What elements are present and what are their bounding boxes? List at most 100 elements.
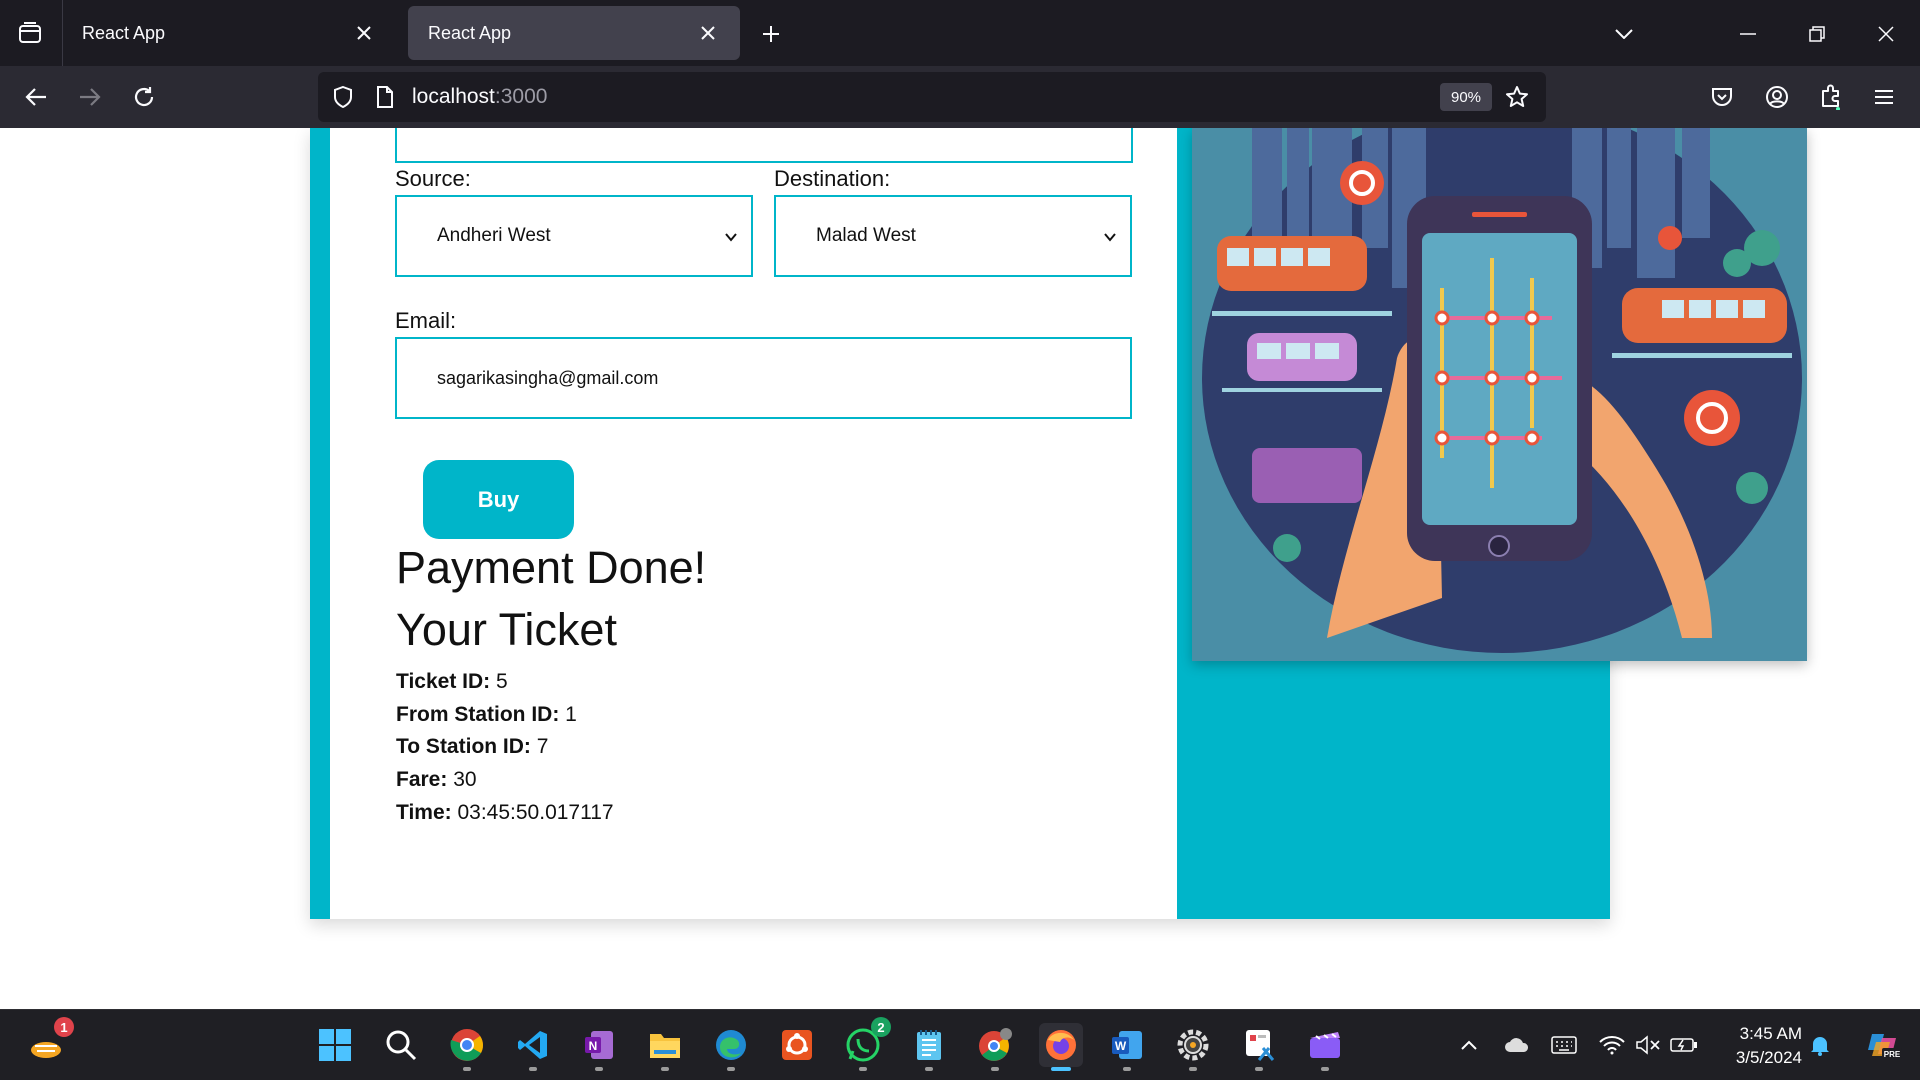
tab-title: React App (82, 22, 166, 43)
new-tab-plus-icon[interactable] (755, 18, 787, 50)
running-indicator (1189, 1067, 1197, 1071)
running-indicator (1255, 1067, 1263, 1071)
to-station-row: To Station ID: 7 (396, 735, 548, 759)
widgets-badge: 1 (54, 1017, 74, 1037)
forward-arrow-icon[interactable] (72, 79, 108, 115)
tracking-shield-icon[interactable] (330, 84, 356, 110)
url-text[interactable]: localhost:3000 (412, 85, 547, 109)
chevron-down-icon (725, 233, 737, 242)
address-bar[interactable]: localhost:3000 90% (318, 72, 1546, 122)
source-label: Source: (395, 166, 471, 191)
show-hidden-icons-chevron-icon[interactable] (1455, 1032, 1483, 1058)
zoom-level-badge[interactable]: 90% (1440, 83, 1492, 111)
word-icon[interactable]: W (1105, 1023, 1149, 1071)
from-station-value: 1 (565, 703, 577, 726)
destination-select[interactable]: Malad West (774, 195, 1132, 277)
snipping-tool-icon[interactable] (1237, 1023, 1281, 1071)
to-station-label: To Station ID: (396, 735, 531, 758)
destination-selected-value: Malad West (816, 225, 916, 246)
page-viewport: Source: Andheri West Destination: Malad … (0, 128, 1920, 1009)
url-host: localhost (412, 85, 495, 108)
to-station-value: 7 (536, 735, 549, 758)
widgets-icon[interactable]: 1 (24, 1017, 74, 1067)
whatsapp-icon[interactable]: 2 (841, 1017, 891, 1071)
volume-muted-icon[interactable] (1634, 1032, 1662, 1058)
source-select[interactable]: Andheri West (395, 195, 753, 277)
clipchamp-icon[interactable] (1303, 1023, 1347, 1071)
back-arrow-icon[interactable] (18, 79, 54, 115)
metro-app-illustration (1192, 128, 1807, 661)
taskbar-clock[interactable]: 3:45 AM 3/5/2024 (1712, 1022, 1802, 1070)
time-label: Time: (396, 801, 452, 824)
from-station-row: From Station ID: 1 (396, 703, 577, 727)
vscode-icon[interactable] (511, 1023, 555, 1071)
running-indicator (1321, 1067, 1329, 1071)
close-icon[interactable] (696, 21, 720, 45)
ticket-id-value: 5 (496, 670, 508, 693)
whatsapp-badge: 2 (871, 1017, 891, 1037)
from-station-label: From Station ID: (396, 703, 560, 726)
time-row: Time: 03:45:50.017117 (396, 801, 614, 825)
windows-start-icon[interactable] (313, 1023, 357, 1067)
onedrive-cloud-icon[interactable] (1503, 1032, 1531, 1058)
tab-list-icon[interactable] (12, 18, 48, 48)
battery-charging-icon[interactable] (1670, 1032, 1698, 1058)
onenote-icon[interactable]: N (577, 1023, 621, 1071)
firefox-icon[interactable] (1039, 1023, 1083, 1071)
time-value: 03:45:50.017117 (457, 801, 614, 824)
minimize-icon[interactable] (1728, 18, 1768, 50)
chrome-profile-icon[interactable] (973, 1023, 1017, 1071)
close-icon[interactable] (352, 21, 376, 45)
fare-value: 30 (453, 768, 477, 791)
email-field[interactable]: sagarikasingha@gmail.com (395, 337, 1132, 419)
account-icon[interactable] (1759, 79, 1795, 115)
windows-taskbar: 1 N 2 W 3:45 AM 3/5/2024 PRE (0, 1009, 1920, 1080)
fare-label: Fare: (396, 768, 448, 791)
close-window-icon[interactable] (1866, 18, 1906, 50)
tab-react-app-1[interactable]: React App (62, 6, 396, 60)
ticket-heading: Your Ticket (396, 604, 617, 655)
chevron-down-icon (1104, 233, 1116, 242)
running-indicator (661, 1067, 669, 1071)
svg-text:W: W (1115, 1039, 1127, 1053)
file-explorer-icon[interactable] (643, 1023, 687, 1071)
tab-overflow-chevron-icon[interactable] (1604, 18, 1644, 50)
buy-button[interactable]: Buy (423, 460, 574, 539)
running-indicator (991, 1067, 999, 1071)
clock-time: 3:45 AM (1739, 1024, 1802, 1043)
running-indicator (1123, 1067, 1131, 1071)
email-value: sagarikasingha@gmail.com (437, 367, 659, 388)
keyboard-icon[interactable] (1550, 1032, 1578, 1058)
edge-icon[interactable] (709, 1023, 753, 1071)
payment-status-heading: Payment Done! (396, 542, 707, 593)
extensions-puzzle-icon[interactable] (1813, 79, 1849, 115)
pocket-icon[interactable] (1704, 79, 1740, 115)
wifi-icon[interactable] (1598, 1032, 1626, 1058)
hamburger-menu-icon[interactable] (1866, 79, 1902, 115)
running-indicator (595, 1067, 603, 1071)
restore-icon[interactable] (1797, 18, 1837, 50)
copilot-icon[interactable]: PRE (1864, 1032, 1904, 1059)
bookmark-star-icon[interactable] (1504, 84, 1530, 110)
copilot-pre-tag: PRE (1884, 1050, 1901, 1059)
browser-nav-bar: localhost:3000 90% (0, 66, 1920, 128)
active-indicator (1051, 1067, 1071, 1071)
destination-label: Destination: (774, 166, 891, 191)
page-info-icon[interactable] (372, 84, 398, 110)
search-icon[interactable] (379, 1023, 423, 1067)
ticket-id-label: Ticket ID: (396, 670, 491, 693)
reload-icon[interactable] (126, 79, 162, 115)
notepad-icon[interactable] (907, 1023, 951, 1071)
notification-bell-icon[interactable] (1806, 1032, 1834, 1058)
settings-gear-icon[interactable] (1171, 1023, 1215, 1071)
running-indicator (529, 1067, 537, 1071)
clock-date: 3/5/2024 (1735, 1048, 1802, 1067)
tab-react-app-2[interactable]: React App (408, 6, 740, 60)
url-port: :3000 (494, 85, 548, 108)
chrome-icon[interactable] (445, 1023, 489, 1071)
previous-input-field[interactable] (395, 128, 1133, 163)
ticket-id-row: Ticket ID: 5 (396, 670, 508, 694)
email-label: Email: (395, 308, 457, 333)
ubuntu-icon[interactable] (775, 1023, 819, 1067)
running-indicator (859, 1067, 867, 1071)
